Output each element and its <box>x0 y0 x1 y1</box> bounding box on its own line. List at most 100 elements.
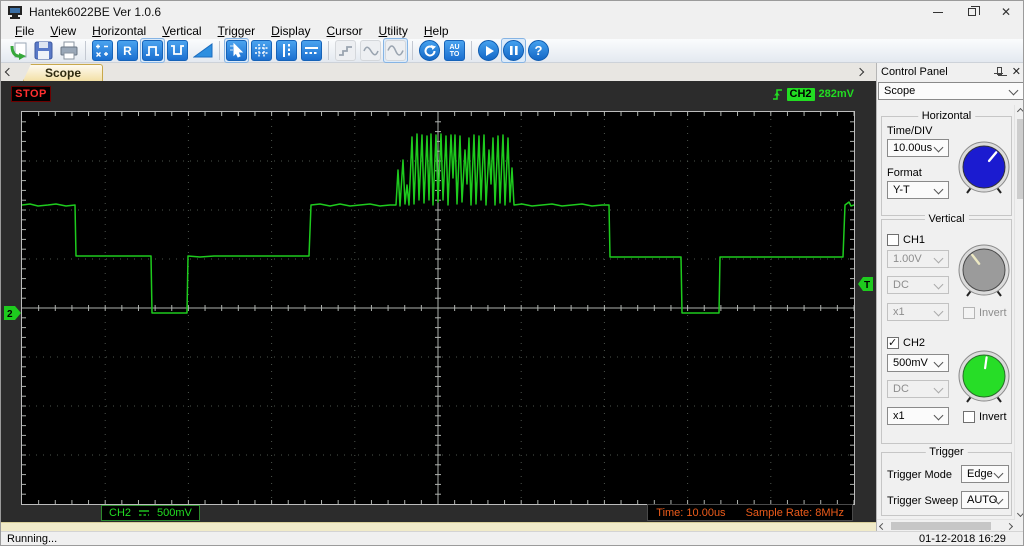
falling-pulse-icon <box>171 45 184 55</box>
chevron-down-icon <box>933 253 944 264</box>
start-button[interactable] <box>477 39 500 62</box>
ch2-volts-dropdown[interactable]: 500mV <box>887 354 949 372</box>
help-button[interactable]: ? <box>527 39 550 62</box>
panel-close-icon[interactable]: ✕ <box>1012 65 1021 78</box>
vertical-cursors-button[interactable] <box>275 39 298 62</box>
chevron-down-icon <box>933 306 944 317</box>
minimize-icon <box>933 11 943 13</box>
ch2-position-knob[interactable] <box>955 349 1013 410</box>
trigger-sweep-dropdown[interactable]: AUTO <box>961 491 1009 509</box>
control-panel-title: Control Panel <box>881 65 948 78</box>
channel-scale-value: 500mV <box>157 507 192 519</box>
minimize-button[interactable] <box>921 1 955 23</box>
print-button[interactable] <box>57 39 80 62</box>
math-operations-button[interactable] <box>91 39 114 62</box>
menu-display[interactable]: Display <box>263 23 318 39</box>
format-value: Y-T <box>893 184 910 196</box>
menu-horizontal[interactable]: Horizontal <box>84 23 154 39</box>
trigger-group-title: Trigger <box>925 446 968 458</box>
ch1-invert-checkbox[interactable] <box>963 307 975 319</box>
grid-display-button[interactable] <box>250 39 273 62</box>
page-edge-strip <box>1 522 876 531</box>
scroll-down-button[interactable] <box>1015 507 1023 519</box>
ch2-volts-value: 500mV <box>893 357 928 369</box>
chevron-up-icon <box>1016 107 1023 115</box>
ch2-invert-checkbox[interactable] <box>963 411 975 423</box>
scroll-up-button[interactable] <box>1015 105 1023 117</box>
ch1-coupling-value: DC <box>893 279 909 291</box>
channel2-scale-readout: CH2 500mV <box>101 505 200 521</box>
ch2-invert-row: Invert <box>963 411 1007 423</box>
toolbar-separator <box>471 41 472 60</box>
save-button[interactable] <box>32 39 55 62</box>
tab-scope[interactable]: Scope <box>23 64 103 81</box>
open-file-button[interactable] <box>7 39 30 62</box>
close-button[interactable]: ✕ <box>989 1 1023 23</box>
menu-file[interactable]: File <box>7 23 42 39</box>
ch1-position-knob[interactable] <box>955 243 1013 304</box>
falling-pulse-button[interactable] <box>166 39 189 62</box>
format-dropdown[interactable]: Y-T <box>887 181 949 199</box>
menu-utility[interactable]: Utility <box>371 23 416 39</box>
horizontal-scroll-thumb[interactable] <box>891 522 991 530</box>
horizontal-cursors-button[interactable] <box>300 39 323 62</box>
menu-help[interactable]: Help <box>416 23 457 39</box>
pause-icon <box>509 46 518 55</box>
trigger-mode-label: Trigger Mode <box>887 469 953 481</box>
trigger-level-marker[interactable]: T <box>858 277 873 294</box>
menu-view[interactable]: View <box>42 23 84 39</box>
ch1-checkbox[interactable] <box>887 234 899 246</box>
toolbar-separator <box>219 41 220 60</box>
control-panel: Control Panel ✕ Scope Horizontal Time/DI… <box>876 63 1023 531</box>
ch2-coupling-dropdown[interactable]: DC <box>887 380 949 398</box>
ch1-volts-dropdown[interactable]: 1.00V <box>887 250 949 268</box>
rising-pulse-button[interactable] <box>140 38 165 63</box>
chevron-down-icon <box>993 468 1004 479</box>
time-per-div: Time: 10.00us <box>656 506 726 519</box>
svg-text:2: 2 <box>7 309 13 320</box>
channel2-position-marker[interactable]: 2 <box>4 306 22 323</box>
pause-button[interactable] <box>501 38 526 63</box>
auto-set-button[interactable]: AUTO <box>443 39 466 62</box>
restore-button[interactable] <box>955 1 989 23</box>
menu-vertical[interactable]: Vertical <box>154 23 209 39</box>
ch1-enable-row: CH1 <box>887 234 925 246</box>
tab-scroll-left-button[interactable] <box>3 66 15 78</box>
pin-icon[interactable] <box>993 66 1004 77</box>
horizontal-scrollbar[interactable] <box>877 519 1015 531</box>
horizontal-position-knob[interactable] <box>955 140 1013 201</box>
panel-selector-dropdown[interactable]: Scope <box>878 82 1023 100</box>
menu-trigger[interactable]: Trigger <box>210 23 264 39</box>
timebase-readout: Time: 10.00us Sample Rate: 8MHz <box>647 504 853 521</box>
sine-wave-button[interactable] <box>383 38 408 63</box>
chevron-right-icon <box>855 67 865 77</box>
ch2-probe-dropdown[interactable]: x1 <box>887 407 949 425</box>
reference-wave-button[interactable]: R <box>116 39 139 62</box>
step-wave-button[interactable] <box>334 39 357 62</box>
ramp-wave-icon <box>192 43 212 58</box>
trigger-level-value: 282mV <box>818 88 854 100</box>
vertical-scroll-thumb[interactable] <box>1017 119 1023 199</box>
status-bar: Running... 01-12-2018 16:29 <box>1 531 1023 545</box>
chevron-right-icon <box>1005 522 1014 530</box>
refresh-button[interactable] <box>418 39 441 62</box>
timediv-dropdown[interactable]: 10.00us <box>887 139 949 157</box>
title-bar: Hantek6022BE Ver 1.0.6 ✕ <box>1 1 1023 23</box>
window-title: Hantek6022BE Ver 1.0.6 <box>29 5 162 19</box>
cursor-select-button[interactable] <box>224 38 249 63</box>
ch1-probe-dropdown[interactable]: x1 <box>887 303 949 321</box>
tab-scroll-right-button[interactable] <box>854 66 866 78</box>
ramp-wave-button[interactable] <box>191 39 214 62</box>
control-panel-header: Control Panel ✕ <box>877 63 1023 80</box>
chevron-down-icon <box>933 357 944 368</box>
toolbar-separator <box>85 41 86 60</box>
vertical-cursors-icon <box>283 44 290 57</box>
step-wave-icon <box>339 46 352 56</box>
sine-wave-small-button[interactable] <box>359 39 382 62</box>
ch1-coupling-dropdown[interactable]: DC <box>887 276 949 294</box>
menu-cursor[interactable]: Cursor <box>319 23 371 39</box>
chevron-down-icon <box>933 410 944 421</box>
trigger-mode-dropdown[interactable]: Edge <box>961 465 1009 483</box>
vertical-scrollbar[interactable] <box>1014 105 1023 519</box>
ch2-checkbox[interactable] <box>887 336 899 349</box>
